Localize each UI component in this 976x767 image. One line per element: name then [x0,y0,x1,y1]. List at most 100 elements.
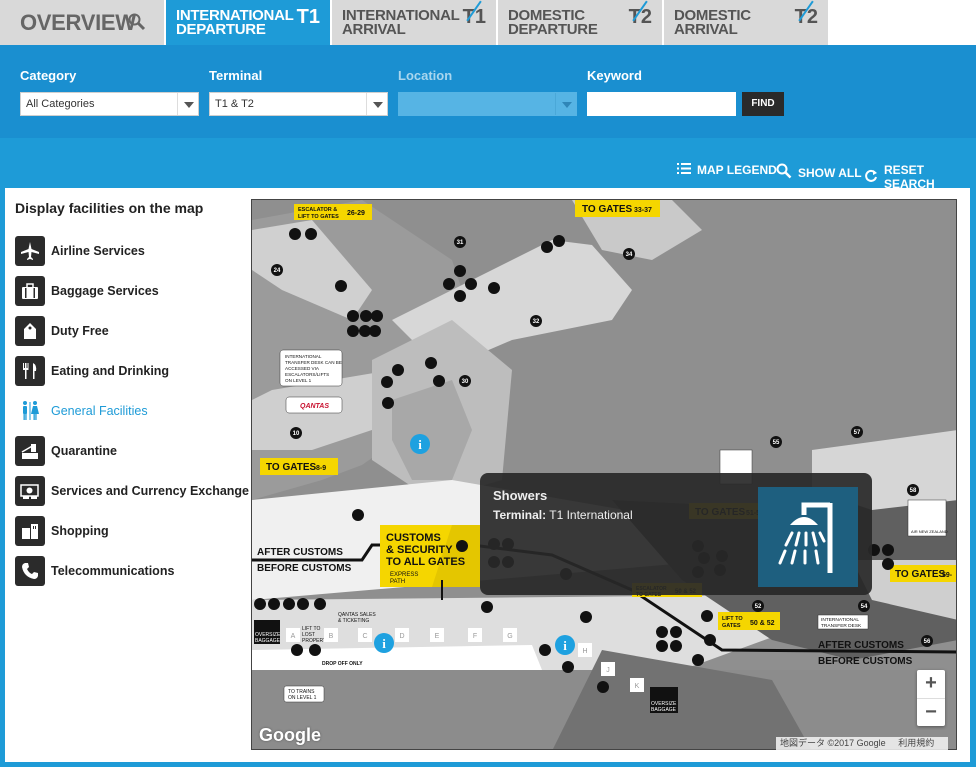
location-label: Location [398,68,453,83]
tab-label: DOMESTIC DEPARTURE [508,7,598,38]
zoom-in-button[interactable]: + [917,670,945,699]
express-path-text: PATH [390,579,405,585]
gate-number: 56 [924,639,931,645]
express-path-text: EXPRESS [390,572,418,578]
to-trains-text: ON LEVEL 1 [288,695,317,701]
gate-number: 55 [773,440,780,446]
zoom-control: + − [917,670,945,726]
transfer-note-text: ON LEVEL 1 [285,378,312,383]
tab-label: INTERNATIONAL ARRIVAL [342,7,460,38]
transfer-note-text: TRANSFER DESK CAN BE [285,360,342,365]
list-icon [677,163,691,177]
terminal-tabs: OVERVIEW INTERNATIONAL DEPARTURE T1 INTE… [0,0,976,45]
facility-marker [381,376,393,388]
facility-marker [541,241,553,253]
facility-marker [454,290,466,302]
facility-marker [454,265,466,277]
airplane-icon [15,236,45,266]
counter-letter: A [291,633,296,640]
gate-number: 34 [626,252,633,258]
customs-security-text: TO ALL GATES [386,556,465,568]
facility-marker [347,310,359,322]
info-marker-letter: i [563,638,567,653]
tab-label: OVERVIEW [20,10,136,35]
chevron-down-icon [366,93,387,115]
facility-marker [670,626,682,638]
terminal-select[interactable]: T1 & T2 [209,92,388,116]
reset-search-button[interactable]: RESET SEARCH [864,163,976,191]
sidebar-item-shopping[interactable]: Shopping [15,515,109,547]
transfer-note-text: ESCALATORS/LIFTS [285,372,329,377]
gate-number: 58 [910,488,917,494]
refresh-icon [864,169,878,186]
counter-letter: C [362,633,367,640]
counter-letter: D [399,633,404,640]
zoom-search-icon [776,163,792,182]
currency-icon [15,476,45,506]
category-select[interactable]: All Categories [20,92,199,116]
popup-terminal-label: Terminal: [493,508,547,522]
terminal-label: Terminal [209,68,263,83]
drop-off-text: DROP OFF ONLY [322,661,363,667]
sidebar-item-quarantine[interactable]: Quarantine [15,435,117,467]
map-data-credit: 地図データ ©2017 Google [780,738,886,748]
tab-overview[interactable]: OVERVIEW [0,0,166,45]
facility-marker [539,644,551,656]
sidebar-title: Display facilities on the map [15,200,204,216]
oversize-baggage-text: BAGGAGE [651,707,677,713]
sidebar-item-eating-drinking[interactable]: Eating and Drinking [15,355,169,387]
counter-letter: J [606,667,610,674]
duty-free-icon [15,316,45,346]
facility-marker [704,634,716,646]
gate-sign-text: 26-29 [347,210,365,217]
chevron-down-icon [555,93,576,115]
zoom-out-button[interactable]: − [917,699,945,727]
transfer-desk-text: TRANSFER DESK [821,623,862,629]
facility-marker [347,325,359,337]
sidebar-item-label: Services and Currency Exchange [51,484,250,498]
gate-number: 32 [533,319,540,325]
map-legend-button[interactable]: MAP LEGEND [677,163,777,177]
gate-sign-text: ESCALATOR & [298,207,337,213]
gate-sign-text: 33-37 [634,207,652,214]
tab-international-departure[interactable]: INTERNATIONAL DEPARTURE T1 [166,0,332,45]
popup-terminal: Terminal: T1 International [493,508,633,522]
sidebar-item-general-facilities[interactable]: General Facilities [15,395,148,427]
sidebar-item-duty-free[interactable]: Duty Free [15,315,109,347]
lift-to-gates-text: 50 & 52 [750,620,775,627]
facility-marker [882,558,894,570]
keyword-label: Keyword [587,68,642,83]
facility-marker [309,644,321,656]
after-customs-label: AFTER CUSTOMS [257,547,343,558]
gate-number: 54 [861,604,868,610]
sidebar-item-label: Shopping [51,524,109,538]
facility-marker [488,282,500,294]
facility-marker [597,681,609,693]
sidebar-item-airline-services[interactable]: Airline Services [15,235,145,267]
facility-marker [701,610,713,622]
tab-international-arrival[interactable]: INTERNATIONAL ARRIVAL T1 [332,0,498,45]
sidebar-item-services-currency[interactable]: Services and Currency Exchange [15,475,249,507]
map-legend-label: MAP LEGEND [697,163,777,177]
terms-link[interactable]: 利用規約 [898,738,934,748]
category-value: All Categories [26,98,95,110]
lift-to-gates-text: LIFT TO [722,616,743,622]
gate-number: 24 [274,268,281,274]
map-toolbar: MAP LEGEND SHOW ALL RESET SEARCH [0,138,976,191]
facility-marker [382,397,394,409]
search-icon [128,13,146,36]
location-select[interactable] [398,92,577,116]
find-button[interactable]: FIND [742,92,784,116]
tab-domestic-arrival[interactable]: DOMESTIC ARRIVAL T2 [664,0,830,45]
show-all-button[interactable]: SHOW ALL [776,163,862,182]
facility-marker [882,544,894,556]
gate-number: 57 [854,430,861,436]
gate-number: 31 [457,240,464,246]
keyword-input[interactable] [587,92,736,116]
sidebar-item-telecommunications[interactable]: Telecommunications [15,555,174,587]
tab-domestic-departure[interactable]: DOMESTIC DEPARTURE T2 [498,0,664,45]
counter-letter: F [473,633,477,640]
facility-marker [314,598,326,610]
facility-popup: Showers Terminal: T1 International [480,473,872,595]
sidebar-item-baggage-services[interactable]: Baggage Services [15,275,159,307]
